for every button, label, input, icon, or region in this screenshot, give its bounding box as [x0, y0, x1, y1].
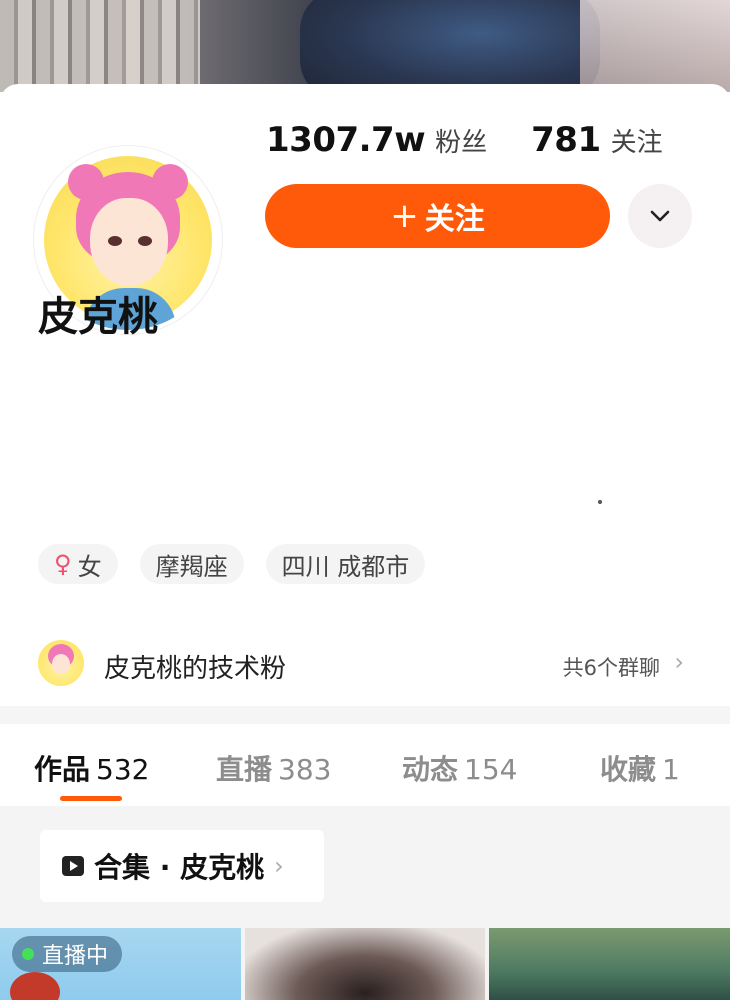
more-options-button[interactable]	[628, 184, 692, 248]
followers-label[interactable]: 粉丝	[435, 122, 487, 159]
tab-favorites[interactable]: 收藏 1	[600, 748, 680, 788]
zodiac-text: 摩羯座	[155, 552, 228, 581]
tab-favorites-label: 收藏	[600, 753, 657, 786]
group-avatar	[38, 640, 84, 686]
follow-button-label: 关注	[424, 202, 485, 237]
tab-moments-count: 154	[464, 753, 518, 786]
live-dot-icon	[22, 948, 34, 960]
video-thumbnail[interactable]	[244, 928, 486, 1000]
location-text: 四川 成都市	[281, 552, 410, 581]
cover-bookshelf	[0, 0, 200, 92]
tab-works-label: 作品	[34, 753, 91, 786]
video-grid: 直播中	[0, 928, 730, 1000]
chevron-right-icon: ›	[274, 852, 284, 880]
collection-card[interactable]: 合集 · 皮克桃 ›	[40, 830, 324, 902]
live-badge-label: 直播中	[42, 944, 109, 969]
following-label[interactable]: 关注	[611, 122, 663, 159]
location-tag: 四川 成都市	[265, 544, 426, 584]
thumbnail-character	[10, 972, 60, 1000]
following-count[interactable]: 781	[531, 120, 601, 160]
tab-works[interactable]: 作品 532	[34, 748, 149, 788]
profile-tags: ♀ 女 摩羯座 四川 成都市	[38, 544, 426, 584]
gender-text: 女	[77, 552, 102, 581]
profile-card: 1307.7w 粉丝 781 关注 + 关注 皮克桃 ♀ 女 摩羯座 四川 成都…	[0, 84, 730, 714]
group-chat-name: 皮克桃的技术粉	[104, 654, 287, 684]
video-thumbnail[interactable]	[489, 928, 730, 1000]
video-thumbnail[interactable]: 直播中	[0, 928, 241, 1000]
female-icon: ♀	[54, 550, 72, 578]
tab-live-label: 直播	[216, 753, 273, 786]
tab-favorites-count: 1	[662, 753, 680, 786]
tab-live-count: 383	[278, 753, 332, 786]
plus-icon: +	[390, 196, 419, 236]
tab-works-count: 532	[96, 753, 150, 786]
nickname: 皮克桃	[38, 294, 158, 340]
zodiac-tag: 摩羯座	[139, 544, 244, 584]
group-chat-count: 共6个群聊	[562, 656, 660, 680]
group-chat-row[interactable]: 皮克桃的技术粉 共6个群聊 ›	[0, 624, 730, 704]
active-tab-indicator	[60, 796, 122, 801]
content-tabs: 作品 532 直播 383 动态 154 收藏 1	[0, 724, 730, 807]
tab-live[interactable]: 直播 383	[216, 748, 331, 788]
tab-moments-label: 动态	[402, 753, 459, 786]
live-badge: 直播中	[12, 936, 123, 972]
chevron-down-icon	[650, 210, 670, 222]
tab-moments[interactable]: 动态 154	[402, 748, 517, 788]
cover-right-area	[580, 0, 730, 92]
follow-button[interactable]: + 关注	[265, 184, 610, 248]
section-divider	[0, 706, 730, 724]
cover-person	[300, 0, 600, 92]
collection-title: 合集 · 皮克桃	[94, 851, 265, 884]
chevron-right-icon: ›	[674, 648, 684, 676]
decorative-dot	[598, 500, 602, 504]
playlist-icon	[62, 856, 84, 876]
works-content: 合集 · 皮克桃 › 直播中	[0, 806, 730, 1000]
cover-image	[0, 0, 730, 92]
followers-count[interactable]: 1307.7w	[266, 120, 426, 160]
gender-tag: ♀ 女	[38, 544, 118, 584]
profile-stats: 1307.7w 粉丝 781 关注	[266, 120, 663, 160]
